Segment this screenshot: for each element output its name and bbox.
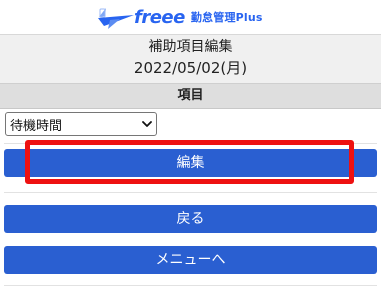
logo-product-text: 勤怠管理Plus xyxy=(190,11,263,24)
back-button[interactable]: 戻る xyxy=(4,205,377,233)
app-logo: freee 勤怠管理Plus xyxy=(96,4,263,30)
chevron-down-icon xyxy=(138,113,156,135)
divider xyxy=(4,192,377,193)
item-select-value: 待機時間 xyxy=(10,118,63,134)
divider xyxy=(4,143,377,144)
page: freee 勤怠管理Plus 補助項目編集 2022/05/02(月) 項目 待… xyxy=(0,0,381,291)
page-title-block: 補助項目編集 2022/05/02(月) xyxy=(0,35,381,84)
freee-bird-logo-icon xyxy=(98,8,134,29)
divider xyxy=(4,285,377,286)
logo-brand-text: freee xyxy=(134,6,185,28)
item-select[interactable]: 待機時間 xyxy=(5,112,157,136)
section-header-item: 項目 xyxy=(0,84,381,109)
menu-button[interactable]: メニューへ xyxy=(4,246,377,274)
page-date: 2022/05/02(月) xyxy=(133,59,248,77)
logo-bar: freee 勤怠管理Plus xyxy=(0,0,381,35)
edit-button[interactable]: 編集 xyxy=(4,149,377,177)
page-title: 補助項目編集 xyxy=(148,39,233,55)
